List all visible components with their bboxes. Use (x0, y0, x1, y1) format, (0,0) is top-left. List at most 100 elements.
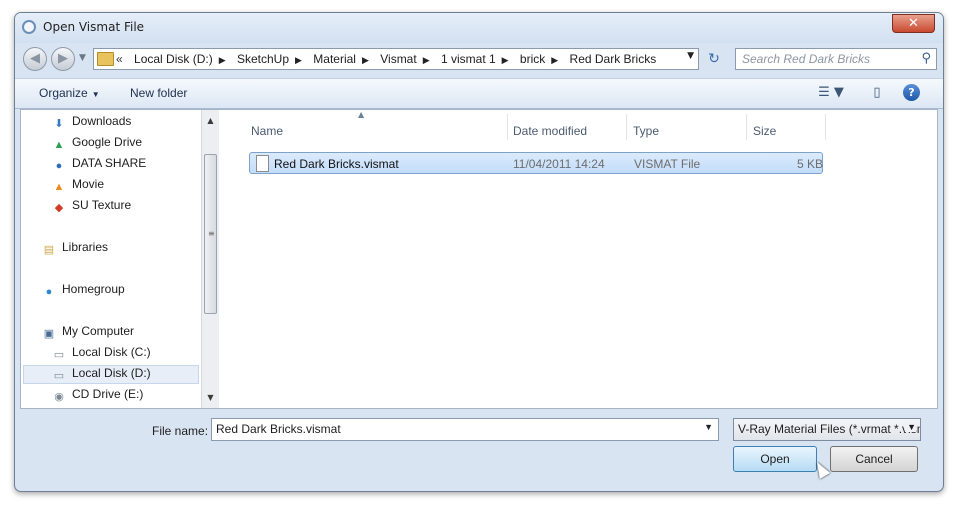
mouse-cursor-icon (811, 459, 831, 479)
sidebar-item-label: Movie (72, 177, 105, 191)
open-button[interactable]: Open (733, 446, 817, 472)
sidebar-item-downloads[interactable]: ⬇ Downloads (51, 114, 131, 133)
sidebar-item-label: DATA SHARE (72, 156, 147, 170)
chevron-down-icon: ▼ (91, 90, 100, 99)
recent-locations-dropdown[interactable]: ▼ (79, 53, 86, 63)
breadcrumb-separator-icon[interactable]: ▶ (362, 55, 369, 65)
grip-icon: ≡ (208, 229, 215, 238)
navigation-pane: ⬇ Downloads ▲ Google Drive ● DATA SHARE ▲ Mo… (21, 110, 219, 408)
scroll-up-icon[interactable]: ▲ (202, 112, 219, 129)
address-dropdown-icon[interactable]: ▼ (687, 51, 694, 61)
sidebar-item-label: Homegroup (62, 282, 125, 296)
breadcrumb-separator-icon[interactable]: ▶ (219, 55, 226, 65)
file-size: 5 KB (797, 157, 824, 171)
sidebar-item-label: My Computer (62, 324, 135, 338)
column-divider[interactable] (626, 114, 627, 140)
file-date-modified: 11/04/2011 14:24 (513, 157, 605, 171)
file-type: VISMAT File (634, 157, 701, 171)
sidebar-item-my-computer[interactable]: ▣ My Computer (41, 324, 134, 343)
refresh-icon[interactable]: ↻ (703, 49, 725, 69)
close-button[interactable]: ✕ (892, 14, 935, 33)
sidebar-item-cd-drive-e[interactable]: ◉ CD Drive (E:) (51, 387, 143, 406)
breadcrumb-separator-icon[interactable]: ▶ (551, 55, 558, 65)
forward-button[interactable]: ▶ (51, 47, 75, 71)
breadcrumb-item-current[interactable]: Red Dark Bricks (570, 52, 657, 66)
sidebar-item-local-disk-d[interactable]: ▭ Local Disk (D:) (23, 365, 199, 384)
new-folder-button[interactable]: New folder (130, 86, 187, 100)
drive-c-icon: ▭ (53, 349, 65, 361)
scrollbar-thumb[interactable]: ≡ (204, 154, 217, 314)
window-title: Open Vismat File (43, 20, 145, 34)
column-divider[interactable] (825, 114, 826, 140)
column-header-date-modified[interactable]: Date modified (513, 124, 587, 138)
column-divider[interactable] (746, 114, 747, 140)
breadcrumb-separator-icon[interactable]: ▶ (423, 55, 430, 65)
homegroup-icon: ● (45, 286, 53, 298)
file-list: ▲ Name Date modified Type Size Red Dark … (233, 110, 937, 408)
file-row[interactable]: Red Dark Bricks.vismat 11/04/2011 14:24 … (249, 152, 823, 174)
sidebar-item-label: Local Disk (C:) (72, 345, 151, 359)
sidebar-item-label: Downloads (72, 114, 132, 128)
breadcrumb-item[interactable]: 1 vismat 1 (441, 52, 496, 66)
sort-ascending-icon: ▲ (358, 110, 365, 119)
file-name-label: File name: (152, 424, 209, 438)
breadcrumb-item[interactable]: brick (520, 52, 545, 66)
title-bar: Open Vismat File ✕ (15, 13, 943, 43)
chevron-down-icon[interactable]: ▼ (905, 422, 916, 432)
sidebar-item-su-texture[interactable]: ◆ SU Texture (51, 198, 131, 217)
back-button[interactable]: ◀ (23, 47, 47, 71)
help-icon[interactable]: ? (903, 84, 920, 101)
file-type-filter-value: V-Ray Material Files (*.vrmat *.vismat) (738, 422, 921, 436)
search-placeholder: Search Red Dark Bricks (742, 52, 871, 66)
app-icon (22, 20, 36, 34)
drive-d-icon: ▭ (53, 370, 65, 382)
sketchup-icon: ◆ (54, 202, 64, 214)
column-header-size[interactable]: Size (753, 124, 776, 138)
sidebar-item-label: Local Disk (D:) (72, 366, 151, 380)
downloads-icon: ⬇ (54, 118, 64, 130)
change-view-icon[interactable]: ☰ ▼ (815, 84, 847, 101)
sidebar-item-google-drive[interactable]: ▲ Google Drive (51, 135, 142, 154)
navigation-bar: ◀ ▶ ▼ « Local Disk (D:) ▶ SketchUp ▶ Mater… (15, 45, 943, 75)
chevron-down-icon[interactable]: ▼ (704, 422, 713, 432)
search-input[interactable]: Search Red Dark Bricks ⚲ (735, 48, 937, 70)
preview-pane-icon[interactable]: ▯ (867, 84, 887, 101)
file-icon (256, 155, 269, 172)
sidebar-item-local-disk-c[interactable]: ▭ Local Disk (C:) (51, 345, 151, 364)
breadcrumb-item[interactable]: Vismat (380, 52, 416, 66)
sidebar-item-data-share[interactable]: ● DATA SHARE (51, 156, 147, 175)
breadcrumb: « Local Disk (D:) ▶ SketchUp ▶ Material ▶ V… (116, 52, 662, 66)
column-header-type[interactable]: Type (633, 124, 659, 138)
organize-button[interactable]: Organize ▼ (39, 86, 100, 100)
sidebar-item-homegroup[interactable]: ● Homegroup (41, 282, 125, 301)
breadcrumb-separator-icon[interactable]: ▶ (295, 55, 302, 65)
address-bar[interactable]: « Local Disk (D:) ▶ SketchUp ▶ Material ▶ V… (93, 48, 699, 70)
column-header-name[interactable]: Name (251, 124, 283, 138)
cancel-button[interactable]: Cancel (830, 446, 918, 472)
breadcrumb-separator-icon[interactable]: ▶ (502, 55, 509, 65)
breadcrumb-overflow[interactable]: « (116, 52, 123, 66)
file-type-filter[interactable]: V-Ray Material Files (*.vrmat *.vismat) … (733, 418, 921, 441)
google-drive-icon: ▲ (53, 139, 65, 151)
column-divider[interactable] (507, 114, 508, 140)
vlc-icon: ▲ (53, 181, 65, 193)
navigation-scrollbar[interactable]: ▲ ≡ ▼ (201, 110, 219, 408)
breadcrumb-item[interactable]: Material (313, 52, 356, 66)
breadcrumb-item[interactable]: Local Disk (D:) (134, 52, 213, 66)
open-file-dialog: Open Vismat File ✕ ◀ ▶ ▼ « Local Disk (D… (14, 12, 944, 492)
computer-icon: ▣ (43, 328, 55, 340)
file-name-field[interactable]: Red Dark Bricks.vismat ▼ (211, 418, 719, 441)
sidebar-item-label: Google Drive (72, 135, 143, 149)
search-icon[interactable]: ⚲ (921, 51, 931, 66)
command-bar: Organize ▼ New folder ☰ ▼ ▯ ? (15, 78, 943, 109)
sidebar-item-movie[interactable]: ▲ Movie (51, 177, 104, 196)
cd-drive-icon: ◉ (54, 391, 64, 403)
sidebar-item-label: Libraries (62, 240, 109, 254)
sidebar-item-label: CD Drive (E:) (72, 387, 144, 401)
sidebar-item-libraries[interactable]: ▤ Libraries (41, 240, 108, 259)
browser-area: ⬇ Downloads ▲ Google Drive ● DATA SHARE ▲ Mo… (20, 109, 938, 409)
breadcrumb-item[interactable]: SketchUp (237, 52, 289, 66)
data-share-icon: ● (55, 160, 63, 172)
scroll-down-icon[interactable]: ▼ (202, 389, 219, 406)
file-name: Red Dark Bricks.vismat (274, 157, 399, 171)
